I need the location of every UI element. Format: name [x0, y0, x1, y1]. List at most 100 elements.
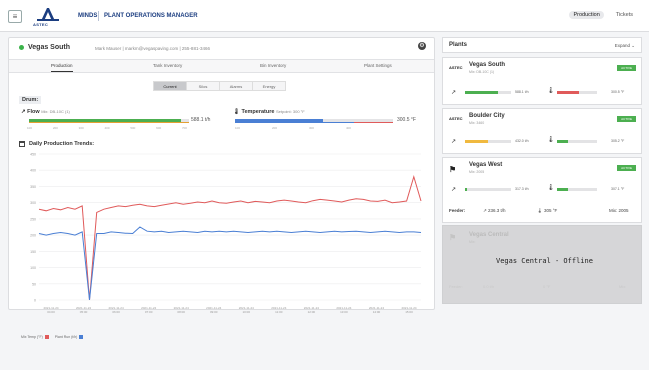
brand-name: MINDS: [78, 13, 98, 19]
x-tick-label: 13:00: [340, 310, 348, 314]
tab-tickets[interactable]: Tickets: [612, 11, 637, 19]
expand-label: Expand: [614, 43, 630, 48]
x-tick-label: 08:00: [177, 310, 185, 314]
temperature-ticks: 100 200 300 400: [235, 126, 351, 130]
feeder-flow-value: 0.0 t/h: [483, 284, 495, 289]
plants-title: Plants: [449, 42, 468, 48]
plant-card-name: Boulder City: [469, 113, 505, 119]
legend-swatch: [79, 335, 84, 340]
view-segment: Current Silos Alarms Energy: [153, 81, 286, 91]
segment-energy[interactable]: Energy: [252, 81, 286, 91]
temp-mini-value: 300.5 °F: [611, 90, 625, 94]
flow-mini-bar: [465, 140, 511, 143]
series-line-plant-run: [38, 226, 422, 301]
flow-bar-range: [29, 122, 189, 123]
y-tick-label: 350: [30, 185, 36, 189]
gear-icon[interactable]: ⚙: [418, 42, 426, 50]
subtab-plant-settings[interactable]: Plant Settings: [364, 63, 392, 68]
temperature-tick: 400: [345, 126, 351, 130]
thermometer-icon: 🌡: [547, 88, 555, 94]
flow-ticks: 100 200 300 400 500 600 700: [27, 126, 187, 130]
plant-card-name: Vegas Central: [469, 232, 509, 238]
drum-label: Drum:: [19, 96, 42, 104]
subtab-bin-inventory[interactable]: Bin Inventory: [260, 63, 286, 68]
y-tick-label: 450: [30, 153, 36, 157]
temperature-bar-range: [235, 122, 393, 123]
plant-card-vegas-west[interactable]: ⚑ Vegas West Mix: 2005 ACTIVE ↗ 317.3 t/…: [442, 157, 642, 223]
menu-icon[interactable]: ≡: [8, 10, 22, 23]
x-tick-label: 11:00: [275, 310, 283, 314]
segment-alarms[interactable]: Alarms: [219, 81, 253, 91]
plant-card-vegas-central[interactable]: ⚑ Vegas Central Mix: Vegas Central - Off…: [442, 225, 642, 304]
feeder-mix: Mix: 2005: [609, 208, 629, 213]
flow-tick: 300: [78, 126, 84, 130]
temperature-label: 🌡 Temperature Setpoint: 300 °F: [233, 109, 305, 115]
logo-text: ASTEC: [33, 22, 49, 27]
plant-name: Vegas South: [28, 44, 71, 51]
status-badge: ACTIVE: [617, 116, 636, 122]
status-badge: ACTIVE: [617, 65, 636, 71]
subtab-production[interactable]: Production: [51, 63, 73, 72]
y-tick-label: 50: [32, 282, 36, 286]
trend-up-icon: ↗: [451, 187, 457, 193]
plant-card-boulder-city[interactable]: ASTEC Boulder City Mix: 3460 ACTIVE ↗ 43…: [442, 108, 642, 154]
plant-card-mix: Mix: DB-10C (1): [469, 70, 495, 74]
flow-mini-value: 317.3 t/h: [515, 187, 529, 191]
x-tick-label: 12:00: [308, 310, 316, 314]
tab-production[interactable]: Production: [569, 11, 604, 19]
astec-logo: ASTEC: [449, 65, 463, 70]
astec-logo: ASTEC: [449, 116, 463, 121]
flow-tick: 200: [52, 126, 58, 130]
x-tick-label: 14:00: [373, 310, 381, 314]
calendar-icon: [19, 141, 25, 147]
flow-tick: 100: [27, 126, 33, 130]
y-tick-label: 100: [30, 266, 36, 270]
top-tabs: Production Tickets: [569, 11, 637, 19]
plant-card-name: Vegas South: [469, 62, 506, 68]
feeder-flow-value: 236.3 t/h: [488, 208, 506, 213]
legend-swatch: [44, 335, 49, 340]
trend-up-icon: ↗: [21, 109, 26, 115]
plant-contact: Mark Mauser | markm@vegaspaving.com | 25…: [95, 46, 210, 51]
app-title: PLANT OPERATIONS MANAGER: [104, 13, 198, 19]
segment-silos[interactable]: Silos: [186, 81, 220, 91]
plant-header: Vegas South: [19, 44, 70, 51]
temp-mini-value: 305.2 °F: [611, 139, 625, 143]
flow-mini-bar: [465, 188, 511, 191]
y-tick-label: 400: [30, 169, 36, 173]
x-tick-label: 09:00: [210, 310, 218, 314]
thermometer-icon: 🌡: [547, 137, 555, 143]
flow-tick: 600: [156, 126, 162, 130]
expand-dropdown[interactable]: Expand ⌄: [615, 43, 635, 49]
flow-title: Flow: [27, 109, 40, 115]
trends-title-text: Daily Production Trends:: [29, 141, 95, 147]
y-tick-label: 200: [30, 234, 36, 238]
x-tick-label: 04:00: [47, 310, 55, 314]
flow-mini-value: 588.1 t/h: [515, 90, 529, 94]
thermometer-icon: 🌡: [547, 185, 555, 191]
temp-mini-bar: [557, 140, 597, 143]
feeder-mix: Mix:: [619, 284, 627, 289]
plant-subtabs: Production Tank Inventory Bin Inventory …: [9, 59, 434, 73]
segment-current[interactable]: Current: [153, 81, 187, 91]
temp-mini-fill: [557, 140, 569, 143]
feeder-temp: 🌡 305 °F: [537, 208, 558, 213]
x-tick-label: 07:00: [145, 310, 153, 314]
temp-mini-value: 307.1 °F: [611, 187, 625, 191]
temperature-tick: 200: [271, 126, 277, 130]
subtab-tank-inventory[interactable]: Tank Inventory: [153, 63, 182, 68]
x-tick-label: 06:00: [112, 310, 120, 314]
production-trend-chart: 4504003503002502001501005002021-11-2404:…: [30, 153, 422, 314]
feeder-label: Feeder:: [449, 284, 463, 289]
plant-card-vegas-south[interactable]: ASTEC Vegas South Mix: DB-10C (1) ACTIVE…: [442, 57, 642, 105]
brand-divider: [98, 11, 99, 21]
trend-up-icon: ↗: [451, 139, 457, 145]
legend-plant-run-label: Plant Run (t/h): [54, 335, 78, 339]
flow-label: ↗ Flow Mix: DB-10C (1): [21, 109, 70, 115]
plant-card-mix: Mix: 3460: [469, 121, 485, 125]
flow-tick: 500: [130, 126, 136, 130]
trends-title: Daily Production Trends:: [19, 141, 94, 147]
feeder-temp-value: 0 °F: [543, 284, 551, 289]
top-bar: ≡ ASTEC MINDS PLANT OPERATIONS MANAGER P…: [0, 0, 649, 32]
y-tick-label: 0: [34, 299, 36, 303]
